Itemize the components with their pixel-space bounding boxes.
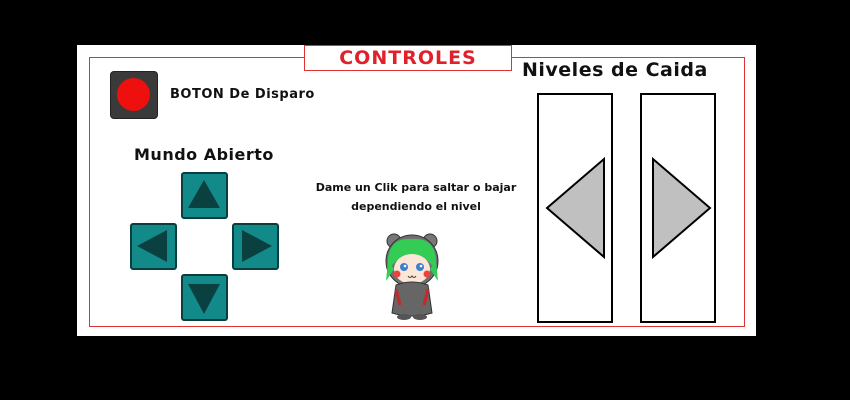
dpad-up-button[interactable]: [181, 172, 228, 219]
fire-button-label: BOTON De Disparo: [170, 87, 315, 102]
dpad-left-button[interactable]: [130, 223, 177, 270]
arrow-left-icon: [137, 230, 167, 262]
arrow-right-icon: [242, 230, 272, 262]
fire-button[interactable]: [110, 71, 158, 119]
levels-label: Niveles de Caida: [522, 59, 708, 81]
controls-title: CONTROLES: [304, 45, 512, 71]
dpad-right-button[interactable]: [232, 223, 279, 270]
red-circle-button-icon: [117, 78, 150, 111]
chibi-character-image: [385, 233, 439, 320]
level-up-button[interactable]: [640, 93, 716, 323]
level-hint-text: Dame un Clik para saltar o bajar dependi…: [292, 178, 540, 216]
triangle-left-icon: [545, 156, 605, 260]
arrow-up-icon: [188, 180, 220, 208]
controls-panel: CONTROLES BOTON De Disparo Mundo Abierto…: [77, 45, 756, 336]
hint-line-1: Dame un Clik para saltar o bajar: [315, 181, 517, 194]
triangle-right-icon: [652, 156, 712, 260]
arrow-down-icon: [188, 284, 220, 314]
hint-line-2: dependiendo el nivel: [351, 200, 481, 213]
movement-label: Mundo Abierto: [134, 145, 274, 164]
level-down-button[interactable]: [537, 93, 613, 323]
dpad-down-button[interactable]: [181, 274, 228, 321]
